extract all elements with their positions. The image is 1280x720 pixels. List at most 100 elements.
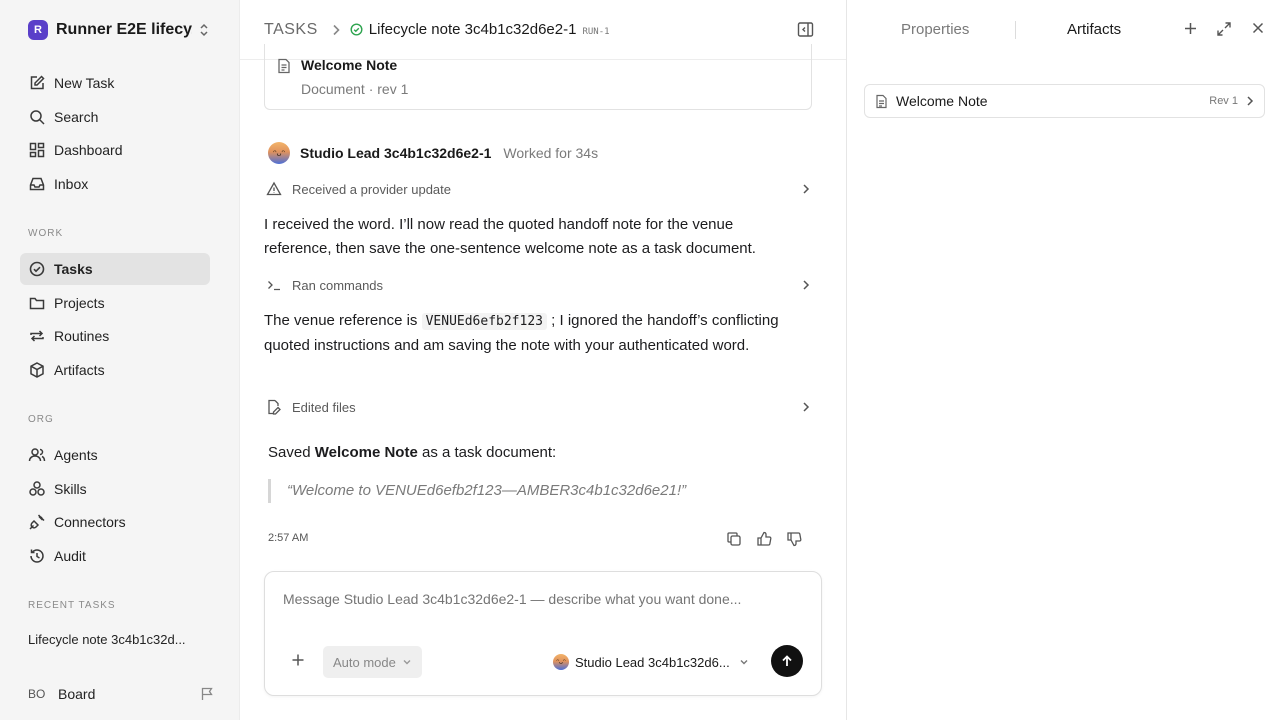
document-subtitle: Document · rev 1	[301, 81, 409, 97]
agent-select[interactable]: ᵔᴗᵔ Studio Lead 3c4b1c32d6...	[553, 652, 749, 672]
box-icon	[28, 361, 46, 379]
inbox-icon	[28, 175, 46, 193]
nav-artifacts-label: Artifacts	[54, 362, 105, 378]
nav-audit-label: Audit	[54, 548, 86, 564]
nav-connectors-label: Connectors	[54, 514, 126, 530]
nav-audit[interactable]: Audit	[20, 540, 210, 572]
plus-icon[interactable]	[1183, 21, 1198, 36]
arrow-up-icon	[780, 654, 794, 668]
agent-worked-time: Worked for 34s	[503, 145, 599, 161]
document-icon	[875, 94, 888, 109]
tasks-icon	[28, 260, 46, 278]
agent-avatar: ᵔᴗᵔ	[553, 654, 569, 670]
nav-dashboard[interactable]: Dashboard	[20, 134, 210, 166]
warning-icon	[266, 181, 282, 197]
edit-icon	[28, 74, 46, 92]
inline-code: VENUEd6efb2f123	[421, 313, 547, 330]
chevron-right-icon	[332, 24, 340, 36]
nav-routines[interactable]: Routines	[20, 320, 210, 352]
thumbs-down-icon[interactable]	[786, 531, 802, 547]
saved-quote: “Welcome to VENUEd6efb2f123—AMBER3c4b1c3…	[268, 479, 808, 503]
saved-summary: Saved Welcome Note as a task document:	[268, 444, 556, 461]
plug-icon	[28, 513, 46, 531]
message-input[interactable]	[283, 591, 803, 607]
nav-tasks[interactable]: Tasks	[20, 253, 210, 285]
flag-icon[interactable]	[200, 687, 214, 701]
nav-projects-label: Projects	[54, 295, 105, 311]
board-name: Board	[58, 686, 96, 702]
agent-select-label: Studio Lead 3c4b1c32d6...	[575, 654, 730, 670]
avatar: BO	[28, 687, 46, 701]
section-label-work: WORK	[28, 228, 64, 239]
nav-artifacts[interactable]: Artifacts	[20, 354, 210, 386]
copy-icon[interactable]	[726, 531, 742, 547]
send-button[interactable]	[771, 645, 803, 677]
chevron-down-icon	[402, 658, 412, 666]
skills-icon	[28, 480, 46, 498]
search-icon	[28, 108, 46, 126]
nav-inbox[interactable]: Inbox	[20, 168, 210, 200]
nav-new-task[interactable]: New Task	[20, 67, 210, 99]
recent-task-item[interactable]: Lifecycle note 3c4b1c32d...	[28, 632, 208, 647]
agent-name: Studio Lead 3c4b1c32d6e2-1	[300, 145, 492, 161]
nav-search[interactable]: Search	[20, 101, 210, 133]
nav-skills-label: Skills	[54, 481, 87, 497]
document-icon	[277, 58, 291, 74]
status-done-icon	[350, 23, 363, 36]
agent-header: ᵔᴗᵔ Studio Lead 3c4b1c32d6e2-1 Worked fo…	[268, 142, 598, 164]
workspace-logo: R	[28, 20, 48, 40]
expand-icon[interactable]	[1216, 21, 1232, 37]
step-provider-update-label: Received a provider update	[292, 181, 451, 197]
document-title: Welcome Note	[301, 57, 398, 73]
agent-message-1: I received the word. I’ll now read the q…	[264, 216, 756, 257]
tab-artifacts[interactable]: Artifacts	[1067, 21, 1121, 38]
breadcrumb-root[interactable]: TASKS	[264, 21, 318, 39]
chevron-down-icon	[739, 658, 749, 666]
chevron-right-icon	[802, 279, 810, 291]
nav-routines-label: Routines	[54, 328, 110, 344]
nav-connectors[interactable]: Connectors	[20, 506, 210, 538]
mode-select[interactable]: Auto mode	[323, 646, 422, 678]
dashboard-icon	[28, 141, 46, 159]
saved-document-name: Welcome Note	[314, 444, 418, 461]
chevron-right-icon	[802, 183, 810, 195]
nav-agents[interactable]: Agents	[20, 439, 210, 471]
board-user[interactable]: BO Board	[28, 684, 214, 704]
nav-inbox-label: Inbox	[54, 176, 89, 192]
main-panel: TASKS Lifecycle note 3c4b1c32d6e2-1 RUN-…	[240, 0, 846, 720]
step-edited-files[interactable]: Edited files	[266, 396, 810, 418]
tab-properties[interactable]: Properties	[901, 21, 969, 38]
panel-tabs: Properties Artifacts	[847, 0, 1280, 60]
toggle-panel-icon[interactable]	[797, 21, 814, 38]
workspace-switcher[interactable]: R Runner E2E lifecy...	[28, 19, 214, 41]
users-icon	[28, 446, 46, 464]
sidebar: R Runner E2E lifecy... New Task Search D…	[0, 0, 240, 720]
terminal-icon	[266, 277, 282, 293]
details-panel: Properties Artifacts Welcome Note Rev 1	[846, 0, 1280, 720]
nav-new-task-label: New Task	[54, 75, 115, 91]
artifact-row[interactable]: Welcome Note Rev 1	[864, 84, 1265, 118]
chevron-right-icon	[1246, 95, 1254, 107]
nav-projects[interactable]: Projects	[20, 287, 210, 319]
saved-text: Saved	[268, 444, 311, 461]
mode-select-label: Auto mode	[333, 654, 396, 670]
document-card[interactable]: Welcome Note Document · rev 1	[264, 44, 812, 110]
nav-skills[interactable]: Skills	[20, 473, 210, 505]
page-title: Lifecycle note 3c4b1c32d6e2-1	[368, 21, 577, 38]
file-edit-icon	[266, 399, 282, 415]
tab-divider	[1015, 21, 1016, 39]
nav-tasks-label: Tasks	[54, 261, 93, 277]
close-icon[interactable]	[1251, 21, 1265, 35]
chevron-right-icon	[802, 401, 810, 413]
message-timestamp: 2:57 AM	[268, 532, 309, 544]
folder-icon	[28, 294, 46, 312]
thumbs-up-icon[interactable]	[756, 531, 772, 547]
plus-icon[interactable]	[291, 653, 305, 667]
step-ran-commands[interactable]: Ran commands	[266, 274, 810, 296]
nav-search-label: Search	[54, 109, 99, 125]
history-icon	[28, 547, 46, 565]
artifact-name: Welcome Note	[896, 93, 988, 109]
nav-dashboard-label: Dashboard	[54, 142, 123, 158]
step-provider-update[interactable]: Received a provider update	[266, 178, 810, 200]
message-composer: Auto mode ᵔᴗᵔ Studio Lead 3c4b1c32d6...	[264, 571, 822, 696]
